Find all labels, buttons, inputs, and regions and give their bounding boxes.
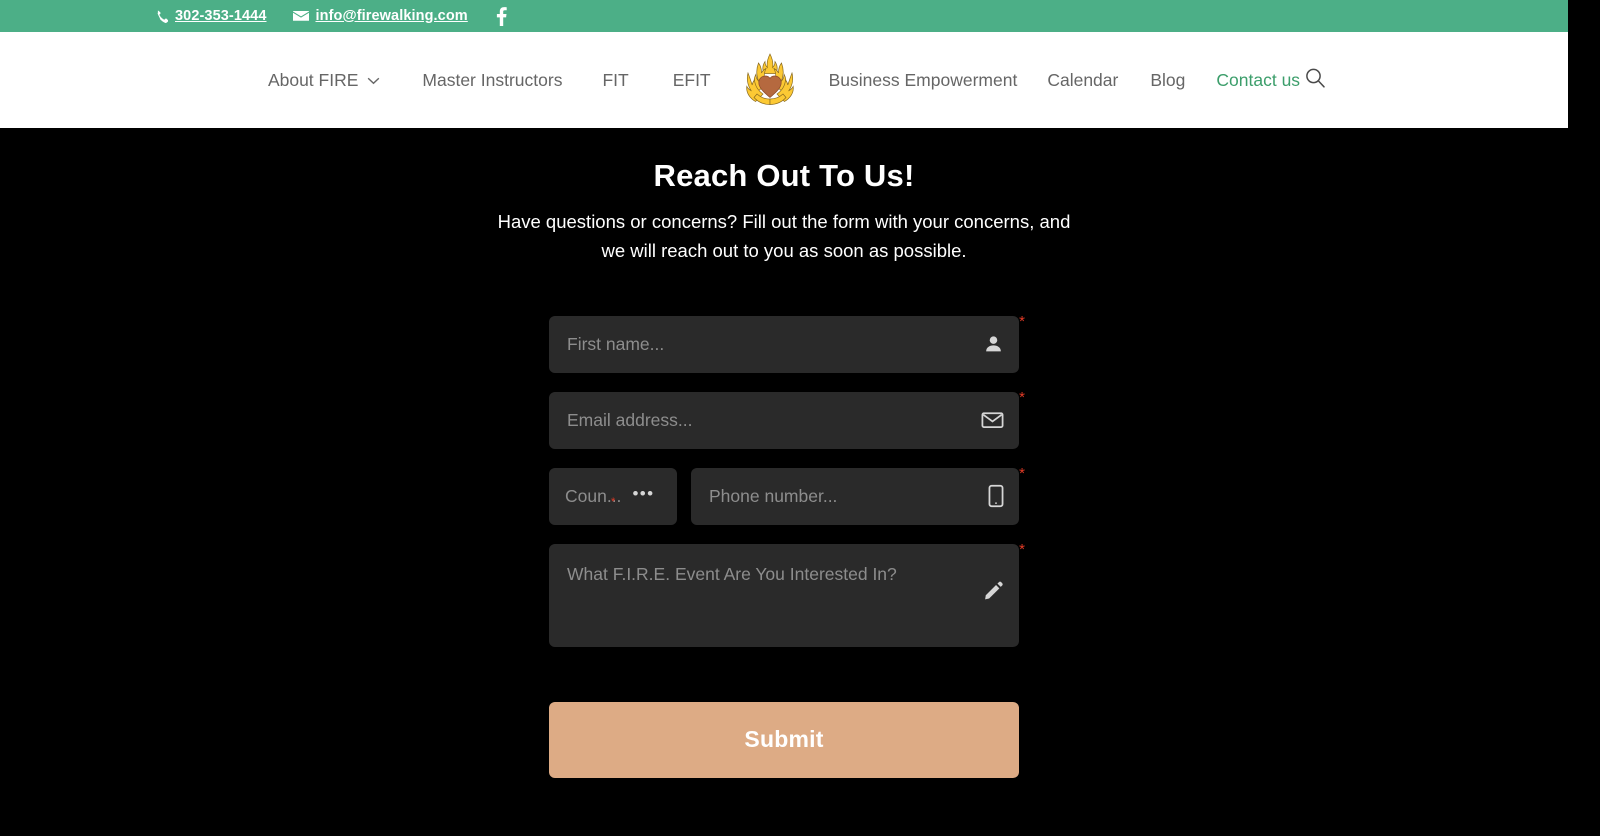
- search-button[interactable]: [1300, 65, 1330, 95]
- main-navigation: About FIRE Master Instructors FIT EFIT B…: [0, 32, 1568, 128]
- message-field[interactable]: *: [549, 542, 1025, 647]
- phone-icon: [155, 10, 168, 23]
- country-phone-row: Coun... ••• * *: [549, 466, 1025, 525]
- required-asterisk: *: [1019, 312, 1025, 330]
- required-asterisk: *: [1019, 464, 1025, 482]
- search-icon: [1303, 66, 1327, 95]
- message-textarea[interactable]: [549, 543, 1019, 647]
- email-link[interactable]: info@firewalking.com: [292, 7, 468, 24]
- contact-form: * * Coun... ••• *: [549, 266, 1025, 778]
- nav-item-fit[interactable]: FIT: [602, 70, 628, 91]
- ellipsis-icon: •••: [632, 484, 655, 504]
- nav-item-label: Blog: [1150, 69, 1186, 90]
- required-asterisk: *: [611, 495, 616, 508]
- firewalking-flame-heart-logo: [745, 53, 794, 105]
- country-select[interactable]: Coun... ••• *: [549, 467, 677, 525]
- email-field[interactable]: *: [549, 390, 1025, 449]
- nav-item-business-empowerment[interactable]: Business Empowerment: [829, 70, 1018, 91]
- page-root: 302-353-1444 info@firewalking.com About …: [0, 0, 1568, 836]
- hero-section: Reach Out To Us! Have questions or conce…: [0, 128, 1568, 266]
- nav-item-label: EFIT: [672, 69, 711, 90]
- phone-field[interactable]: *: [691, 466, 1025, 525]
- site-logo[interactable]: [739, 50, 801, 110]
- top-contact-bar: 302-353-1444 info@firewalking.com: [0, 0, 1568, 32]
- submit-button[interactable]: Submit: [549, 701, 1019, 778]
- first-name-input[interactable]: [549, 333, 1019, 355]
- nav-item-label: Business Empowerment: [828, 69, 1018, 90]
- page-title: Reach Out To Us!: [653, 158, 915, 193]
- required-asterisk: *: [1019, 388, 1025, 406]
- facebook-link[interactable]: [494, 6, 510, 26]
- phone-link[interactable]: 302-353-1444: [155, 9, 267, 24]
- nav-item-master-instructors[interactable]: Master Instructors: [422, 70, 562, 91]
- email-input[interactable]: [549, 409, 1019, 431]
- nav-item-label: Calendar: [1047, 69, 1119, 90]
- nav-links-container: About FIRE Master Instructors FIT EFIT B…: [234, 50, 1334, 110]
- nav-item-label: Contact us: [1216, 69, 1301, 90]
- phone-input[interactable]: [691, 485, 1019, 507]
- chevron-down-icon: [367, 77, 380, 85]
- nav-item-blog[interactable]: Blog: [1150, 70, 1185, 91]
- nav-item-about-fire[interactable]: About FIRE: [268, 70, 380, 91]
- phone-number: 302-353-1444: [175, 7, 267, 24]
- nav-item-label: FIT: [602, 69, 629, 90]
- first-name-field[interactable]: *: [549, 314, 1025, 373]
- nav-item-calendar[interactable]: Calendar: [1047, 70, 1118, 91]
- nav-item-label: About FIRE: [267, 69, 359, 90]
- nav-item-efit[interactable]: EFIT: [673, 70, 711, 91]
- facebook-icon: [494, 6, 510, 26]
- envelope-icon: [292, 10, 309, 22]
- nav-item-label: Master Instructors: [422, 69, 563, 90]
- nav-item-contact-us[interactable]: Contact us: [1216, 70, 1300, 91]
- email-address: info@firewalking.com: [315, 7, 468, 24]
- required-asterisk: *: [1019, 540, 1025, 558]
- page-subtitle: Have questions or concerns? Fill out the…: [497, 211, 1071, 261]
